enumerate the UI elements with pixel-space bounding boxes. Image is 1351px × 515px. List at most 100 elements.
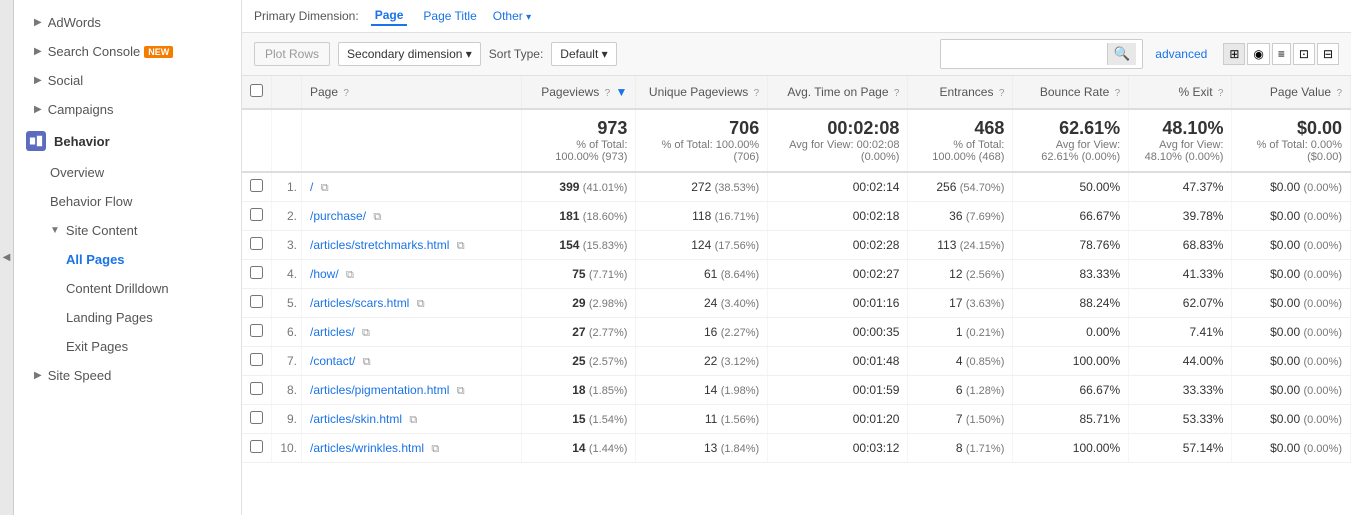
other-dropdown-arrow-icon: ▾ [526, 12, 531, 23]
sidebar-item-campaigns[interactable]: ▶ Campaigns [14, 95, 241, 124]
header-bounce-rate[interactable]: Bounce Rate ? [1013, 76, 1129, 109]
row-checkbox[interactable] [250, 179, 263, 192]
sidebar-item-adwords[interactable]: ▶ AdWords [14, 8, 241, 37]
page-link[interactable]: /how/ [310, 267, 339, 281]
external-link-icon[interactable]: ⧉ [373, 211, 381, 223]
sidebar-item-landing-pages[interactable]: Landing Pages [14, 303, 241, 332]
header-avg-time[interactable]: Avg. Time on Page ? [768, 76, 908, 109]
external-link-icon[interactable]: ⧉ [362, 327, 370, 339]
header-checkbox-col [242, 76, 272, 109]
unique-help-icon[interactable]: ? [754, 88, 760, 99]
secondary-dimension-dropdown[interactable]: Secondary dimension ▾ [338, 42, 481, 66]
row-checkbox-cell [242, 434, 272, 463]
sidebar-collapse-handle[interactable]: ◀ [0, 0, 14, 515]
row-exit: 44.00% [1129, 347, 1232, 376]
plot-rows-button[interactable]: Plot Rows [254, 42, 330, 66]
search-input[interactable] [947, 47, 1107, 61]
view-pivot-button[interactable]: ⊡ [1293, 43, 1315, 65]
header-page[interactable]: Page ? [302, 76, 522, 109]
page-link[interactable]: /purchase/ [310, 209, 366, 223]
external-link-icon[interactable]: ⧉ [431, 443, 439, 455]
page-link[interactable]: /articles/stretchmarks.html [310, 238, 449, 252]
row-exit: 41.33% [1129, 260, 1232, 289]
select-all-checkbox[interactable] [250, 84, 263, 97]
value-help-icon[interactable]: ? [1336, 88, 1342, 99]
sidebar-section-behavior[interactable]: Behavior [14, 124, 241, 158]
header-page-value[interactable]: Page Value ? [1232, 76, 1351, 109]
sidebar-item-content-drilldown[interactable]: Content Drilldown [14, 274, 241, 303]
header-entrances[interactable]: Entrances ? [908, 76, 1013, 109]
external-link-icon[interactable]: ⧉ [457, 240, 465, 252]
dim-tab-page-title[interactable]: Page Title [419, 7, 480, 25]
header-pageviews[interactable]: Pageviews ? ▼ [522, 76, 636, 109]
sidebar-item-site-speed[interactable]: ▶ Site Speed [14, 361, 241, 390]
advanced-link[interactable]: advanced [1155, 47, 1207, 61]
exit-help-icon[interactable]: ? [1218, 88, 1224, 99]
row-unique: 272 (38.53%) [636, 172, 768, 202]
data-table: Page ? Pageviews ? ▼ Unique Pageviews ? [242, 76, 1351, 463]
page-link[interactable]: /articles/skin.html [310, 412, 402, 426]
sidebar-item-site-content[interactable]: ▼ Site Content [14, 216, 241, 245]
row-checkbox[interactable] [250, 411, 263, 424]
pageviews-help-icon[interactable]: ? [605, 88, 611, 99]
row-checkbox[interactable] [250, 440, 263, 453]
external-link-icon[interactable]: ⧉ [321, 182, 329, 194]
sidebar-item-search-console[interactable]: ▶ Search Console NEW [14, 37, 241, 66]
row-number: 4. [272, 260, 302, 289]
sort-type-dropdown[interactable]: Default ▾ [551, 42, 616, 66]
row-bounce: 85.71% [1013, 405, 1129, 434]
page-link[interactable]: /contact/ [310, 354, 355, 368]
external-link-icon[interactable]: ⧉ [417, 298, 425, 310]
toolbar: Plot Rows Secondary dimension ▾ Sort Typ… [242, 33, 1351, 76]
view-chart-button[interactable]: ◉ [1247, 43, 1269, 65]
external-link-icon[interactable]: ⧉ [457, 385, 465, 397]
header-pct-exit[interactable]: % Exit ? [1129, 76, 1232, 109]
sidebar-item-overview[interactable]: Overview [14, 158, 241, 187]
summary-entrances: 468 % of Total: 100.00% (468) [908, 109, 1013, 172]
view-compare-button[interactable]: ⊟ [1317, 43, 1339, 65]
row-page: /articles/skin.html ⧉ [302, 405, 522, 434]
row-pageviews: 27 (2.77%) [522, 318, 636, 347]
row-checkbox[interactable] [250, 208, 263, 221]
row-checkbox[interactable] [250, 382, 263, 395]
data-table-container: Page ? Pageviews ? ▼ Unique Pageviews ? [242, 76, 1351, 515]
row-checkbox-cell [242, 347, 272, 376]
row-avgtime: 00:00:35 [768, 318, 908, 347]
entrances-help-icon[interactable]: ? [999, 88, 1005, 99]
page-link[interactable]: /articles/scars.html [310, 296, 409, 310]
row-page: /articles/pigmentation.html ⧉ [302, 376, 522, 405]
row-checkbox[interactable] [250, 353, 263, 366]
page-link[interactable]: /articles/wrinkles.html [310, 441, 424, 455]
external-link-icon[interactable]: ⧉ [409, 414, 417, 426]
row-avgtime: 00:02:14 [768, 172, 908, 202]
row-avgtime: 00:03:12 [768, 434, 908, 463]
row-exit: 68.83% [1129, 231, 1232, 260]
external-link-icon[interactable]: ⧉ [363, 356, 371, 368]
view-table-button[interactable]: ⊞ [1223, 43, 1245, 65]
search-submit-button[interactable]: 🔍 [1107, 43, 1137, 65]
external-link-icon[interactable]: ⧉ [346, 269, 354, 281]
sidebar-item-behavior-flow[interactable]: Behavior Flow [14, 187, 241, 216]
row-number: 10. [272, 434, 302, 463]
page-help-icon[interactable]: ? [343, 88, 349, 99]
view-list-button[interactable]: ≡ [1272, 43, 1291, 65]
row-checkbox[interactable] [250, 324, 263, 337]
header-unique-pageviews[interactable]: Unique Pageviews ? [636, 76, 768, 109]
avgtime-help-icon[interactable]: ? [894, 88, 900, 99]
table-header-row: Page ? Pageviews ? ▼ Unique Pageviews ? [242, 76, 1351, 109]
sidebar-item-social[interactable]: ▶ Social [14, 66, 241, 95]
page-link[interactable]: / [310, 180, 313, 194]
page-link[interactable]: /articles/pigmentation.html [310, 383, 449, 397]
bounce-help-icon[interactable]: ? [1115, 88, 1121, 99]
dim-tab-other[interactable]: Other ▾ [493, 9, 531, 23]
row-unique: 13 (1.84%) [636, 434, 768, 463]
sidebar-item-exit-pages[interactable]: Exit Pages [14, 332, 241, 361]
row-checkbox[interactable] [250, 295, 263, 308]
row-page: /purchase/ ⧉ [302, 202, 522, 231]
row-value: $0.00 (0.00%) [1232, 231, 1351, 260]
sidebar-item-all-pages[interactable]: All Pages [14, 245, 241, 274]
row-checkbox[interactable] [250, 237, 263, 250]
dim-tab-page[interactable]: Page [371, 6, 408, 26]
row-checkbox[interactable] [250, 266, 263, 279]
page-link[interactable]: /articles/ [310, 325, 355, 339]
